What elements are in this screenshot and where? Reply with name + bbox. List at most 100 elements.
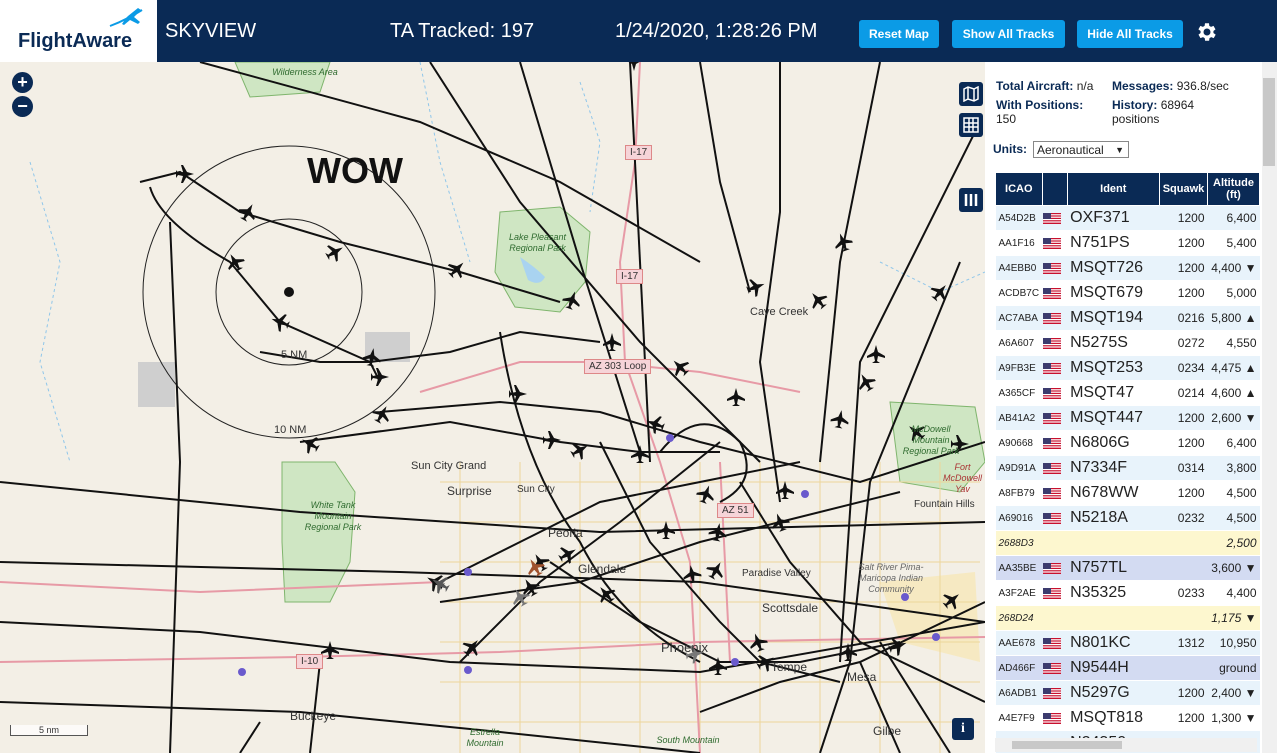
row-ident: OXF371 <box>1067 205 1160 231</box>
place-fort-mcdowell: Fort McDowell Yav <box>942 462 982 494</box>
row-squawk: 1200 <box>1159 680 1208 706</box>
row-ident: N801KC <box>1067 630 1160 656</box>
table-row[interactable]: AAE678 N801KC 1312 10,950 <box>995 630 1260 656</box>
us-flag-icon <box>1043 262 1062 274</box>
flightaware-logo[interactable]: FlightAware <box>0 0 157 62</box>
table-row[interactable]: A9D91A N7334F 0314 3,800 <box>995 455 1260 481</box>
table-row[interactable]: A54D2B OXF371 1200 6,400 <box>995 205 1260 231</box>
row-icao: 268D24 <box>995 605 1043 631</box>
row-squawk: 1312 <box>1159 630 1208 656</box>
map-view[interactable]: WOW 5 NM 10 NM Wilderness Area Lake Plea… <box>0 62 985 753</box>
row-icao: A4EBB0 <box>995 255 1043 281</box>
flight-tracks <box>0 62 985 753</box>
row-flag <box>1042 555 1068 581</box>
row-icao: AB41A2 <box>995 405 1043 431</box>
table-row[interactable]: A90668 N6806G 1200 6,400 <box>995 430 1260 456</box>
table-hscrollbar-thumb[interactable] <box>1012 741 1122 749</box>
col-flag[interactable] <box>1041 172 1068 206</box>
place-sun-city: Sun City <box>517 484 555 495</box>
place-peoria: Peoria <box>548 526 583 540</box>
row-ident: MSQT447 <box>1067 405 1160 431</box>
table-row[interactable]: A6ADB1 N5297G 1200 2,400 ▼ <box>995 680 1260 706</box>
table-row[interactable]: ACDB7C MSQT679 1200 5,000 <box>995 280 1260 306</box>
table-row[interactable]: A6A607 N5275S 0272 4,550 <box>995 330 1260 356</box>
row-altitude: 5,800 ▲ <box>1207 305 1260 331</box>
table-row[interactable]: AC7ABA MSQT194 0216 5,800 ▲ <box>995 305 1260 331</box>
row-altitude: 4,500 <box>1207 480 1260 506</box>
units-select[interactable]: Aeronautical ▼ <box>1033 141 1129 158</box>
row-flag <box>1042 505 1068 531</box>
us-flag-icon <box>1043 712 1062 724</box>
logo-plane-icon <box>109 8 143 27</box>
row-altitude: 4,475 ▲ <box>1207 355 1260 381</box>
reset-map-button[interactable]: Reset Map <box>859 20 939 48</box>
row-altitude: 1,175 ▼ <box>1207 605 1260 631</box>
row-squawk <box>1159 530 1208 556</box>
row-icao: A6A607 <box>995 330 1043 356</box>
table-row[interactable]: AA35BE N757TL 3,600 ▼ <box>995 555 1260 581</box>
row-squawk: 1200 <box>1159 230 1208 256</box>
place-salt-river: Salt River Pima-Maricopa Indian Communit… <box>858 562 924 594</box>
us-flag-icon <box>1043 312 1062 324</box>
row-altitude: 5,000 <box>1207 280 1260 306</box>
columns-icon <box>964 194 978 206</box>
table-row[interactable]: A9FB3E MSQT253 0234 4,475 ▲ <box>995 355 1260 381</box>
row-icao: A8FB79 <box>995 480 1043 506</box>
col-icao[interactable]: ICAO <box>995 172 1043 206</box>
col-ident[interactable]: Ident <box>1066 172 1161 206</box>
show-all-tracks-button[interactable]: Show All Tracks <box>952 20 1065 48</box>
grid-toggle-button[interactable] <box>959 113 983 137</box>
zoom-out-button[interactable]: − <box>12 96 33 117</box>
table-row[interactable]: A8FB79 N678WW 1200 4,500 <box>995 480 1260 506</box>
row-squawk: 0314 <box>1159 455 1208 481</box>
table-row[interactable]: AD466F N9544H ground <box>995 655 1260 681</box>
gear-icon[interactable] <box>1194 20 1218 44</box>
table-row[interactable]: 2688D3 2,500 <box>995 530 1260 556</box>
col-altitude[interactable]: Altitude (ft) <box>1207 172 1260 206</box>
row-icao: AD466F <box>995 655 1043 681</box>
us-flag-icon <box>1043 337 1062 349</box>
table-row[interactable]: A3F2AE N35325 0233 4,400 <box>995 580 1260 606</box>
map-layers-button[interactable] <box>959 82 983 106</box>
total-aircraft-label: Total Aircraft: <box>996 79 1074 93</box>
units-label: Units: <box>993 142 1027 156</box>
us-flag-icon <box>1043 212 1062 224</box>
row-icao: A6ADB1 <box>995 680 1043 706</box>
col-squawk[interactable]: Squawk <box>1159 172 1208 206</box>
us-flag-icon <box>1043 562 1062 574</box>
row-flag <box>1042 430 1068 456</box>
wow-annotation: WOW <box>307 150 403 191</box>
row-altitude: ground <box>1207 655 1260 681</box>
zoom-in-button[interactable]: + <box>12 72 33 93</box>
gray-area-1 <box>138 362 175 407</box>
row-flag <box>1042 480 1068 506</box>
row-altitude: 6,400 <box>1207 205 1260 231</box>
map-canvas[interactable] <box>0 62 985 753</box>
table-row[interactable]: A365CF MSQT47 0214 4,600 ▲ <box>995 380 1260 406</box>
table-row[interactable]: A4EBB0 MSQT726 1200 4,400 ▼ <box>995 255 1260 281</box>
row-flag <box>1042 605 1068 631</box>
row-icao: A9FB3E <box>995 355 1043 381</box>
with-positions-label: With Positions: <box>996 98 1084 112</box>
columns-toggle-button[interactable] <box>959 188 983 212</box>
table-row[interactable]: AA1F16 N751PS 1200 5,400 <box>995 230 1260 256</box>
panel-scrollbar-thumb[interactable] <box>1263 78 1275 166</box>
info-button[interactable]: i <box>952 718 974 740</box>
row-flag <box>1042 230 1068 256</box>
row-squawk: 1200 <box>1159 480 1208 506</box>
ring-label-10nm: 10 NM <box>274 424 307 436</box>
row-icao: A69016 <box>995 505 1043 531</box>
row-altitude: 10,950 <box>1207 630 1260 656</box>
history-label: History: <box>1112 98 1158 112</box>
table-row[interactable]: A69016 N5218A 0232 4,500 <box>995 505 1260 531</box>
place-gilbert: Gilbe <box>873 724 902 738</box>
table-row[interactable]: 268D24 1,175 ▼ <box>995 605 1260 631</box>
table-row[interactable]: AB41A2 MSQT447 1200 2,600 ▼ <box>995 405 1260 431</box>
total-aircraft-value: n/a <box>1076 79 1094 93</box>
place-buckeye: Buckeye <box>290 709 337 723</box>
row-squawk <box>1159 605 1208 631</box>
table-row[interactable]: A4E7F9 MSQT818 1200 1,300 ▼ <box>995 705 1260 731</box>
hide-all-tracks-button[interactable]: Hide All Tracks <box>1077 20 1183 48</box>
us-flag-icon <box>1043 462 1062 474</box>
place-glendale: Glendale <box>578 562 627 576</box>
